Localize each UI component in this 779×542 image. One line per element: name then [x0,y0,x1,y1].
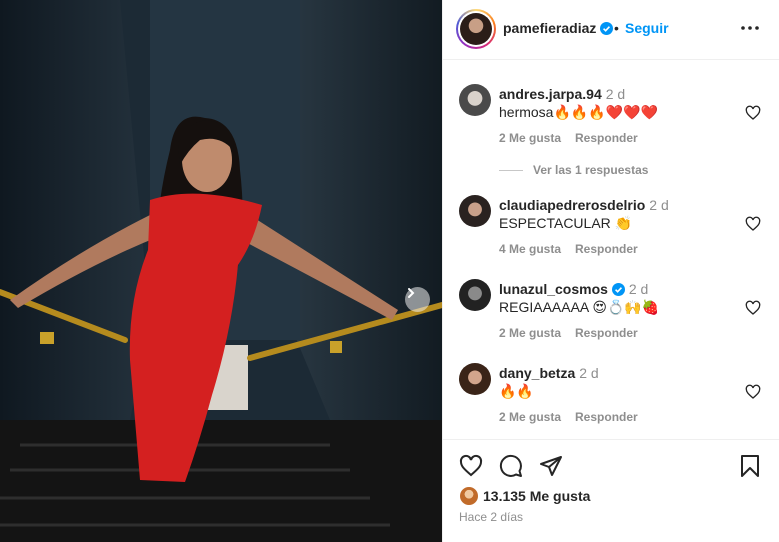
commenter-avatar[interactable] [459,363,491,395]
comment-likes[interactable]: 2 Me gusta [499,326,561,340]
post-side-panel: pamefieradiaz • Seguir andres.jarpa.94 2 … [442,0,779,542]
more-horizontal-icon[interactable] [740,18,760,38]
view-replies-button[interactable]: Ver las 1 respuestas [499,163,648,177]
next-photo-button[interactable] [405,287,430,312]
comment-meta: 2 Me gusta Responder [499,410,652,424]
comment-time: 2 d [649,197,669,213]
reply-button[interactable]: Responder [575,131,638,145]
author-username[interactable]: pamefieradiaz [503,20,596,36]
commenter-avatar[interactable] [459,84,491,116]
like-heart-icon[interactable] [459,454,483,478]
comment-bubble-icon[interactable] [499,454,523,478]
reply-button[interactable]: Responder [575,410,638,424]
bookmark-save-icon[interactable] [739,454,761,478]
post-actions: 13.135 Me gusta Hace 2 días [443,439,779,542]
reply-button[interactable]: Responder [575,242,638,256]
comment-likes[interactable]: 4 Me gusta [499,242,561,256]
comment-time: 2 d [605,86,626,102]
commenter-avatar[interactable] [459,195,491,227]
comment-text: hermosa🔥🔥🔥❤️❤️❤️ [499,104,659,120]
view-replies-label[interactable]: Ver las 1 respuestas [533,163,648,177]
like-comment-heart-icon[interactable] [745,300,761,316]
post-header: pamefieradiaz • Seguir [443,0,779,60]
verified-badge-icon [611,283,625,296]
comment-text: 🔥🔥 [499,383,534,399]
like-comment-heart-icon[interactable] [745,216,761,232]
commenter-username[interactable]: dany_betza [499,365,575,381]
author-avatar[interactable] [456,9,496,49]
comments-list[interactable]: andres.jarpa.94 2 d hermosa🔥🔥🔥❤️❤️❤️ 2 Me… [443,61,779,439]
liker-avatar [459,486,479,506]
post-image [0,0,442,542]
post-time-ago: Hace 2 días [459,510,524,524]
comment-time: 2 d [628,281,649,297]
likes-summary[interactable]: 13.135 Me gusta [459,486,590,506]
share-send-icon[interactable] [539,454,563,478]
separator-dot: • [614,20,619,36]
follow-button[interactable]: Seguir [625,20,669,36]
post-photo[interactable] [0,0,442,542]
comment-likes[interactable]: 2 Me gusta [499,410,561,424]
verified-badge-icon [600,22,614,35]
replies-divider [499,170,523,172]
commenter-avatar[interactable] [459,279,491,311]
chevron-right-icon [408,288,415,298]
comment-meta: 4 Me gusta Responder [499,242,652,256]
comment-header: dany_betza 2 d [499,365,599,381]
comment-header: andres.jarpa.94 2 d [499,86,625,102]
likes-count[interactable]: 13.135 Me gusta [483,488,590,504]
comment-text: REGIAAAAAA 😍💍🙌🍓 [499,299,660,315]
commenter-username[interactable]: andres.jarpa.94 [499,86,602,102]
like-comment-heart-icon[interactable] [745,384,761,400]
comment-header: lunazul_cosmos 2 d [499,281,648,297]
comment-text: ESPECTACULAR 👏 [499,215,633,231]
reply-button[interactable]: Responder [575,326,638,340]
comment-time: 2 d [579,365,599,381]
like-comment-heart-icon[interactable] [745,105,761,121]
author-username-link[interactable]: pamefieradiaz [503,20,614,36]
comment-meta: 2 Me gusta Responder [499,326,652,340]
commenter-username[interactable]: claudiapedrerosdelrio [499,197,645,213]
comment-likes[interactable]: 2 Me gusta [499,131,561,145]
comment-header: claudiapedrerosdelrio 2 d [499,197,669,213]
commenter-username[interactable]: lunazul_cosmos [499,281,608,297]
comment-meta: 2 Me gusta Responder [499,131,652,145]
